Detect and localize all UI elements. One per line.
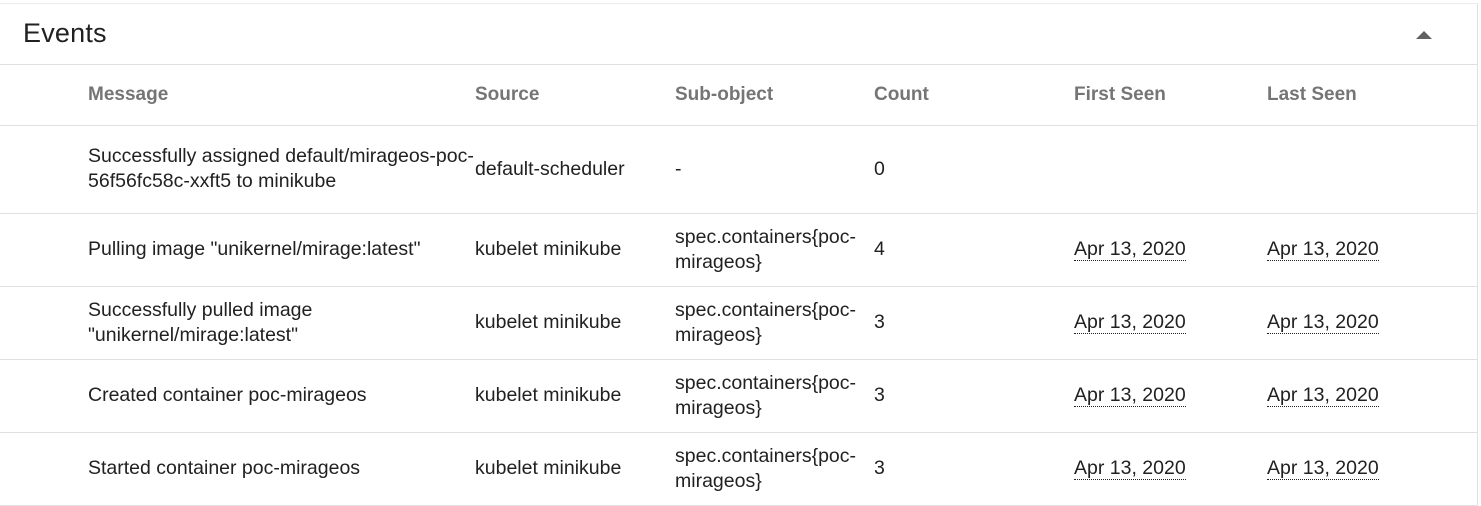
table-header-row: Message Source Sub-object Count First Se… xyxy=(0,65,1478,126)
column-header-message: Message xyxy=(88,65,475,126)
event-count: 3 xyxy=(874,359,1074,433)
row-spacer xyxy=(0,125,88,214)
column-header-last-seen: Last Seen xyxy=(1267,65,1478,126)
first-seen-date[interactable]: Apr 13, 2020 xyxy=(1074,384,1186,407)
row-spacer xyxy=(0,359,88,433)
table-row: Created container poc-mirageos kubelet m… xyxy=(0,359,1478,433)
table-row: Successfully pulled image "unikernel/mir… xyxy=(0,286,1478,360)
event-first-seen: Apr 13, 2020 xyxy=(1074,432,1267,506)
column-header-source: Source xyxy=(475,65,675,126)
last-seen-date[interactable]: Apr 13, 2020 xyxy=(1267,238,1379,261)
first-seen-date[interactable]: Apr 13, 2020 xyxy=(1074,457,1186,480)
arrow-drop-up-icon[interactable] xyxy=(1408,22,1440,48)
events-title: Events xyxy=(23,18,107,48)
event-count: 4 xyxy=(874,213,1074,287)
event-last-seen: Apr 13, 2020 xyxy=(1267,213,1478,287)
last-seen-date[interactable]: Apr 13, 2020 xyxy=(1267,384,1379,407)
events-card-header[interactable]: Events xyxy=(0,4,1477,65)
column-header-subobject: Sub-object xyxy=(675,65,874,126)
event-source: kubelet minikube xyxy=(475,359,675,433)
event-subobject: spec.containers{poc-mirageos} xyxy=(675,359,874,433)
column-header-first-seen: First Seen xyxy=(1074,65,1267,126)
event-count: 3 xyxy=(874,286,1074,360)
event-count: 3 xyxy=(874,432,1074,506)
event-subobject: spec.containers{poc-mirageos} xyxy=(675,213,874,287)
event-source: default-scheduler xyxy=(475,125,675,214)
table-row: Successfully assigned default/mirageos-p… xyxy=(0,125,1478,214)
event-source: kubelet minikube xyxy=(475,213,675,287)
event-first-seen: Apr 13, 2020 xyxy=(1074,286,1267,360)
event-last-seen: Apr 13, 2020 xyxy=(1267,359,1478,433)
events-table: Message Source Sub-object Count First Se… xyxy=(0,65,1478,506)
first-seen-date[interactable]: Apr 13, 2020 xyxy=(1074,238,1186,261)
event-first-seen: Apr 13, 2020 xyxy=(1074,213,1267,287)
table-row: Pulling image "unikernel/mirage:latest" … xyxy=(0,213,1478,287)
event-first-seen: Apr 13, 2020 xyxy=(1074,359,1267,433)
event-message: Pulling image "unikernel/mirage:latest" xyxy=(88,213,475,287)
event-message: Successfully assigned default/mirageos-p… xyxy=(88,125,475,214)
row-spacer xyxy=(0,432,88,506)
events-card: Events Message Source Sub-object Count F… xyxy=(0,3,1478,506)
event-last-seen: Apr 13, 2020 xyxy=(1267,432,1478,506)
event-subobject: spec.containers{poc-mirageos} xyxy=(675,432,874,506)
event-source: kubelet minikube xyxy=(475,286,675,360)
event-first-seen xyxy=(1074,125,1267,214)
event-last-seen xyxy=(1267,125,1478,214)
event-subobject: spec.containers{poc-mirageos} xyxy=(675,286,874,360)
event-message: Started container poc-mirageos xyxy=(88,432,475,506)
event-message: Successfully pulled image "unikernel/mir… xyxy=(88,286,475,360)
last-seen-date[interactable]: Apr 13, 2020 xyxy=(1267,457,1379,480)
first-seen-date[interactable]: Apr 13, 2020 xyxy=(1074,311,1186,334)
event-last-seen: Apr 13, 2020 xyxy=(1267,286,1478,360)
header-spacer xyxy=(0,65,88,126)
table-row: Started container poc-mirageos kubelet m… xyxy=(0,432,1478,506)
event-source: kubelet minikube xyxy=(475,432,675,506)
event-message: Created container poc-mirageos xyxy=(88,359,475,433)
event-subobject: - xyxy=(675,125,874,214)
row-spacer xyxy=(0,213,88,287)
row-spacer xyxy=(0,286,88,360)
event-count: 0 xyxy=(874,125,1074,214)
column-header-count: Count xyxy=(874,65,1074,126)
last-seen-date[interactable]: Apr 13, 2020 xyxy=(1267,311,1379,334)
